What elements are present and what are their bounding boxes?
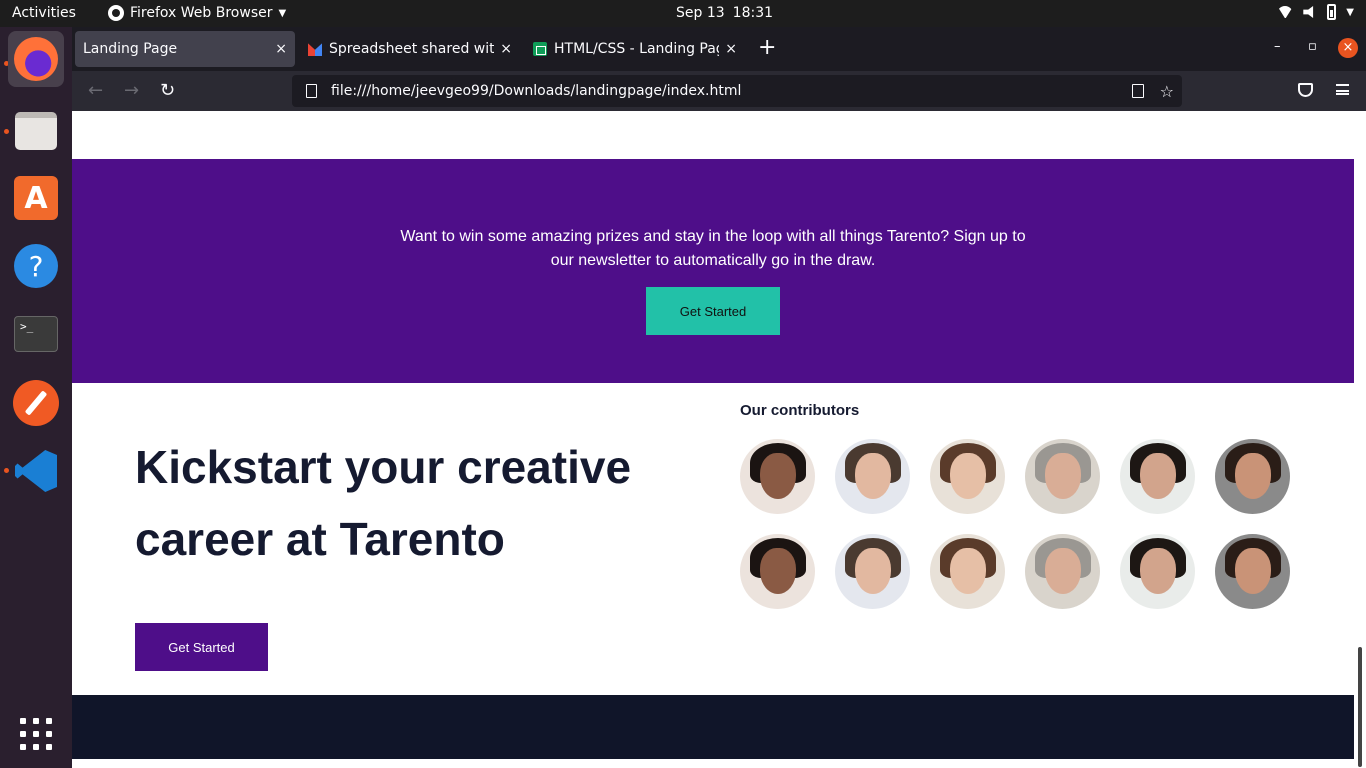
forward-button[interactable]: → bbox=[124, 80, 139, 101]
software-store-icon: A bbox=[14, 176, 58, 220]
help-icon: ? bbox=[14, 244, 58, 288]
contributors-grid bbox=[740, 439, 1292, 609]
contributor-avatar bbox=[1025, 439, 1100, 514]
nav-bar: ← → ↻ file:///home/jeevgeo99/Downloads/l… bbox=[72, 71, 1366, 111]
clock[interactable]: Sep 13 18:31 bbox=[676, 5, 773, 21]
caret-down-icon: ▼ bbox=[1346, 6, 1354, 18]
newsletter-get-started-button[interactable]: Get Started bbox=[646, 287, 780, 335]
dock-postman[interactable] bbox=[8, 375, 64, 431]
activities-button[interactable]: Activities bbox=[12, 5, 76, 21]
hero-get-started-button[interactable]: Get Started bbox=[135, 623, 268, 671]
page-icon bbox=[306, 84, 317, 98]
contributor-avatar bbox=[1215, 439, 1290, 514]
contributor-avatar bbox=[1120, 534, 1195, 609]
tab-label: Landing Page bbox=[83, 41, 178, 57]
app-menu-label: Firefox Web Browser bbox=[130, 5, 273, 21]
postman-icon bbox=[13, 380, 59, 426]
terminal-icon: >_ bbox=[14, 316, 58, 352]
tab-label: Spreadsheet shared with bbox=[329, 41, 495, 57]
tab-label: HTML/CSS - Landing Page bbox=[554, 41, 720, 57]
pocket-icon[interactable] bbox=[1298, 83, 1313, 97]
tab-html-css[interactable]: HTML/CSS - Landing Page × bbox=[525, 31, 745, 67]
firefox-window: Landing Page × Spreadsheet shared with ×… bbox=[72, 27, 1366, 768]
wifi-icon bbox=[1277, 6, 1293, 18]
new-tab-button[interactable]: + bbox=[758, 37, 776, 59]
dock-files[interactable] bbox=[8, 103, 64, 159]
contributor-avatar bbox=[740, 534, 815, 609]
newsletter-text: Want to win some amazing prizes and stay… bbox=[400, 228, 1026, 269]
dock-firefox[interactable] bbox=[8, 31, 64, 87]
minimize-button[interactable]: – bbox=[1274, 39, 1281, 54]
scrollbar-thumb[interactable] bbox=[1358, 647, 1362, 767]
contributor-avatar bbox=[930, 439, 1005, 514]
contributor-avatar bbox=[1120, 439, 1195, 514]
firefox-icon bbox=[14, 37, 58, 81]
firefox-small-icon bbox=[108, 5, 124, 21]
sheets-icon bbox=[533, 42, 547, 56]
newsletter-section: Want to win some amazing prizes and stay… bbox=[72, 159, 1354, 383]
menu-icon[interactable] bbox=[1336, 84, 1349, 95]
contributor-avatar bbox=[1025, 534, 1100, 609]
close-window-button[interactable]: × bbox=[1338, 38, 1358, 58]
reader-view-icon[interactable] bbox=[1131, 84, 1144, 98]
dock-help[interactable]: ? bbox=[8, 238, 64, 294]
reload-button[interactable]: ↻ bbox=[160, 80, 175, 101]
app-menu[interactable]: Firefox Web Browser ▼ bbox=[108, 5, 286, 21]
hero-title: Kickstart your creative career at Tarent… bbox=[135, 441, 632, 565]
gmail-icon bbox=[308, 43, 322, 56]
dock: A ? >_ bbox=[0, 27, 72, 768]
contributor-avatar bbox=[1215, 534, 1290, 609]
contributors-title: Our contributors bbox=[740, 402, 860, 419]
bookmark-star-icon[interactable]: ☆ bbox=[1160, 82, 1174, 101]
url-text[interactable]: file:///home/jeevgeo99/Downloads/landing… bbox=[331, 83, 1132, 99]
back-button[interactable]: ← bbox=[88, 80, 103, 101]
restore-button[interactable]: ▫ bbox=[1308, 39, 1317, 54]
system-tray[interactable]: ▼ bbox=[1277, 4, 1354, 20]
vscode-icon bbox=[15, 450, 57, 492]
contributor-avatar bbox=[835, 439, 910, 514]
dock-vscode[interactable] bbox=[8, 443, 64, 499]
tab-close-icon[interactable]: × bbox=[725, 41, 737, 57]
dock-software[interactable]: A bbox=[8, 170, 64, 226]
clock-time: 18:31 bbox=[732, 5, 774, 21]
tab-close-icon[interactable]: × bbox=[275, 41, 287, 57]
volume-icon bbox=[1303, 6, 1314, 18]
url-bar[interactable]: file:///home/jeevgeo99/Downloads/landing… bbox=[292, 75, 1182, 107]
tab-bar: Landing Page × Spreadsheet shared with ×… bbox=[72, 27, 1366, 71]
battery-icon bbox=[1327, 4, 1337, 20]
contributor-avatar bbox=[930, 534, 1005, 609]
contributor-avatar bbox=[740, 439, 815, 514]
contributor-avatar bbox=[835, 534, 910, 609]
app-grid-icon bbox=[20, 718, 52, 750]
caret-down-icon: ▼ bbox=[278, 7, 287, 19]
tab-spreadsheet[interactable]: Spreadsheet shared with × bbox=[300, 31, 520, 67]
clock-date: Sep 13 bbox=[676, 5, 725, 21]
dock-terminal[interactable]: >_ bbox=[8, 306, 64, 362]
dock-show-apps[interactable] bbox=[8, 706, 64, 762]
tab-close-icon[interactable]: × bbox=[500, 41, 512, 57]
tab-landing-page[interactable]: Landing Page × bbox=[75, 31, 295, 67]
system-top-bar: Activities Firefox Web Browser ▼ Sep 13 … bbox=[0, 0, 1366, 27]
files-icon bbox=[15, 112, 57, 150]
footer bbox=[72, 695, 1354, 759]
page-viewport: Want to win some amazing prizes and stay… bbox=[72, 111, 1366, 768]
